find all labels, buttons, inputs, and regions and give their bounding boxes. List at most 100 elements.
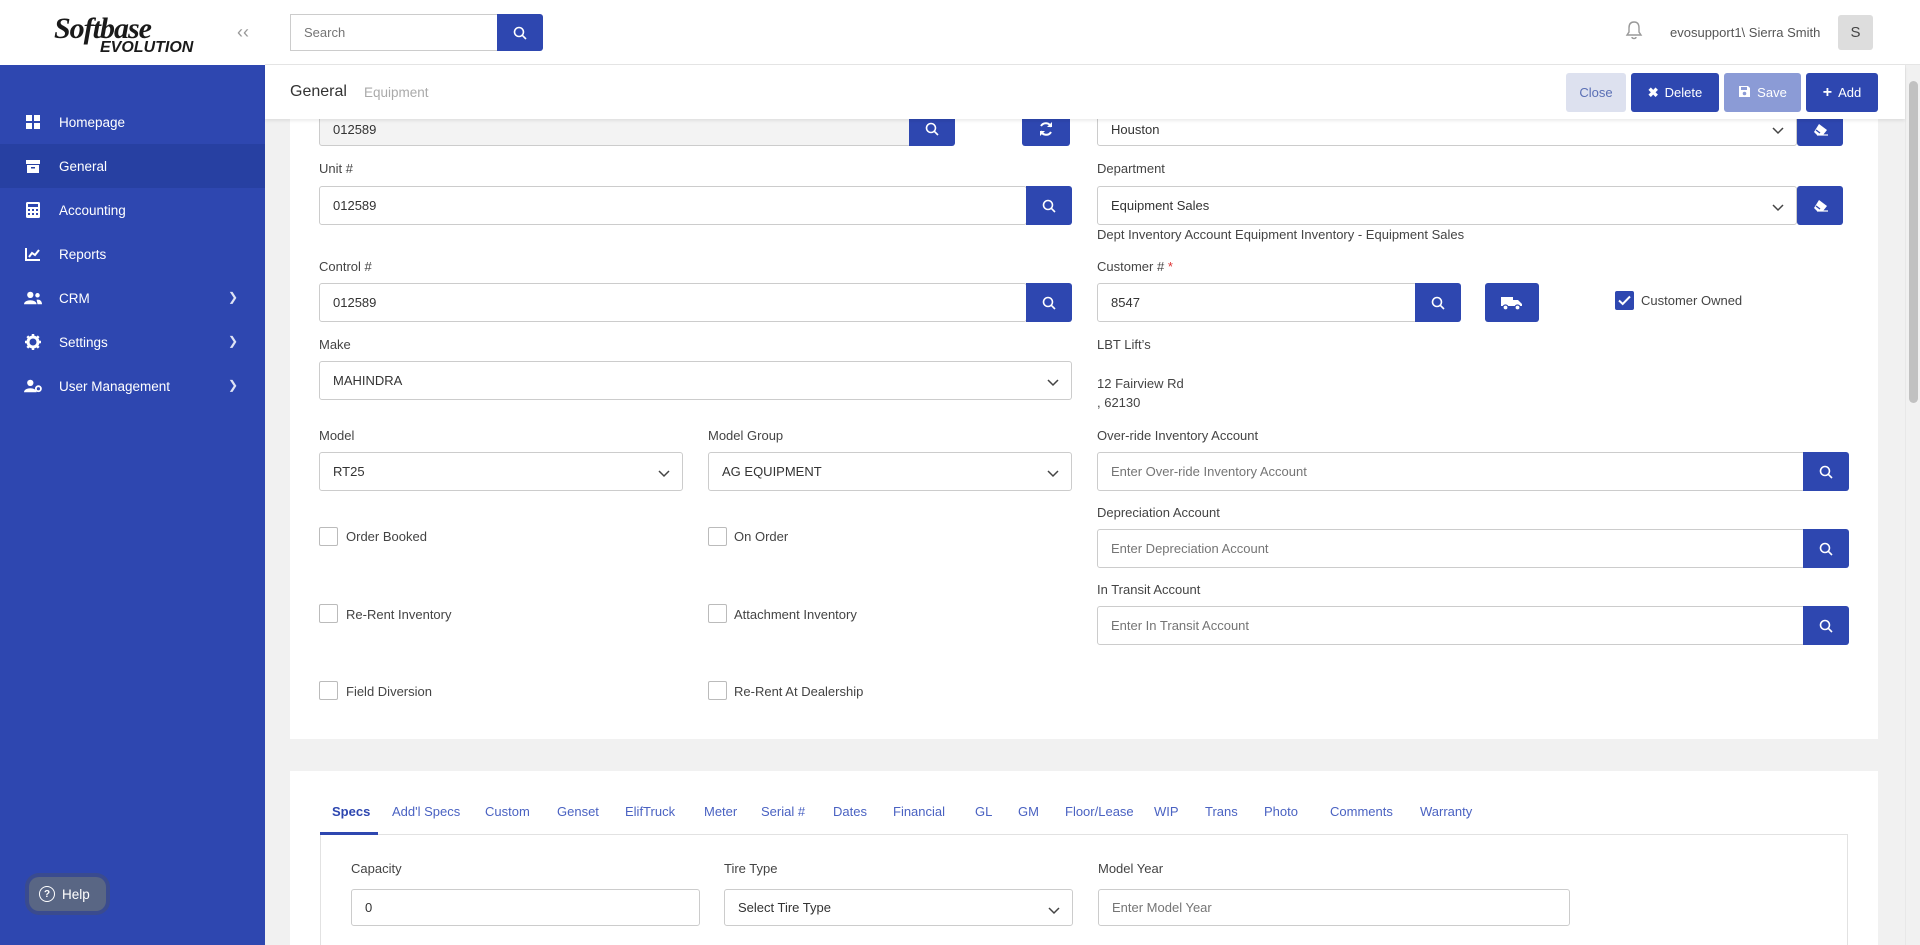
branch-value: Houston: [1111, 121, 1160, 137]
floppy-icon: [1738, 85, 1751, 101]
customer-name: LBT Lift’s: [1097, 337, 1151, 352]
tab-dates[interactable]: Dates: [833, 804, 867, 819]
control-label: Control #: [319, 259, 372, 274]
branch-select[interactable]: Houston: [1097, 119, 1797, 146]
equipment-search-button[interactable]: [909, 119, 955, 146]
department-label: Department: [1097, 161, 1165, 176]
unit-search-button[interactable]: [1026, 186, 1072, 225]
sidebar-item-settings[interactable]: Settings ❯: [0, 320, 265, 364]
tab-floor-lease[interactable]: Floor/Lease: [1065, 804, 1134, 819]
chart-icon: [24, 245, 42, 263]
on-order-checkbox[interactable]: [708, 527, 727, 546]
save-button[interactable]: Save: [1724, 73, 1801, 112]
tab-financial[interactable]: Financial: [893, 804, 945, 819]
bell-icon[interactable]: [1625, 20, 1643, 43]
avatar[interactable]: S: [1838, 15, 1873, 50]
tab-meter[interactable]: Meter: [704, 804, 737, 819]
tab-comments[interactable]: Comments: [1330, 804, 1393, 819]
collapse-sidebar-icon[interactable]: ‹‹: [237, 22, 249, 43]
tab-serial[interactable]: Serial #: [761, 804, 805, 819]
chevron-down-icon: [658, 466, 670, 481]
tab-genset[interactable]: Genset: [557, 804, 599, 819]
equipment-number-field[interactable]: 012589: [319, 119, 911, 146]
search-icon: [1819, 542, 1833, 556]
customer-field[interactable]: 8547: [1097, 283, 1417, 322]
equipment-number-value: 012589: [333, 121, 377, 137]
add-button[interactable]: + Add: [1806, 73, 1878, 112]
search-input[interactable]: [290, 14, 498, 51]
tire-type-select[interactable]: Select Tire Type: [724, 889, 1073, 926]
sidebar-item-reports[interactable]: Reports: [0, 232, 265, 276]
capacity-label: Capacity: [351, 861, 402, 876]
rerent-dealership-checkbox[interactable]: [708, 681, 727, 700]
tab-wip[interactable]: WIP: [1154, 804, 1179, 819]
intransit-input[interactable]: [1097, 606, 1805, 645]
override-search-button[interactable]: [1803, 452, 1849, 491]
unit-field[interactable]: 012589: [319, 186, 1027, 225]
user-gear-icon: [24, 377, 42, 395]
tab-photo[interactable]: Photo: [1264, 804, 1298, 819]
save-label: Save: [1757, 85, 1787, 100]
sidebar-item-label: User Management: [59, 378, 171, 394]
truck-button[interactable]: [1485, 283, 1539, 322]
tab-warranty[interactable]: Warranty: [1420, 804, 1472, 819]
order-booked-checkbox[interactable]: [319, 527, 338, 546]
capacity-field[interactable]: 0: [351, 889, 700, 926]
model-year-input[interactable]: [1098, 889, 1570, 926]
field-diversion-checkbox[interactable]: [319, 681, 338, 700]
override-input[interactable]: [1097, 452, 1805, 491]
sidebar-item-accounting[interactable]: Accounting: [0, 188, 265, 232]
depreciation-input[interactable]: [1097, 529, 1805, 568]
search-icon: [1042, 199, 1056, 213]
search-icon: [513, 26, 527, 40]
customer-owned-checkbox[interactable]: [1615, 291, 1634, 310]
make-select[interactable]: MAHINDRA: [319, 361, 1072, 400]
tab-specs[interactable]: Specs: [332, 804, 370, 819]
customer-search-button[interactable]: [1415, 283, 1461, 322]
unit-value: 012589: [333, 198, 377, 213]
delete-button[interactable]: ✖ Delete: [1631, 73, 1719, 112]
refresh-button[interactable]: [1022, 119, 1070, 146]
rerent-inventory-checkbox[interactable]: [319, 604, 338, 623]
rerent-inventory-label: Re-Rent Inventory: [346, 607, 452, 622]
make-label: Make: [319, 337, 351, 352]
sidebar-item-user-management[interactable]: User Management ❯: [0, 364, 265, 408]
search-button[interactable]: [497, 14, 543, 51]
tab-custom[interactable]: Custom: [485, 804, 530, 819]
tab-addl-specs[interactable]: Add'l Specs: [392, 804, 460, 819]
department-select[interactable]: Equipment Sales: [1097, 186, 1797, 225]
clear-department-button[interactable]: [1797, 186, 1843, 225]
sidebar-item-label: Settings: [59, 334, 108, 350]
search-icon: [1819, 619, 1833, 633]
user-name[interactable]: evosupport1\ Sierra Smith: [1670, 25, 1820, 40]
intransit-search-button[interactable]: [1803, 606, 1849, 645]
tab-gm[interactable]: GM: [1018, 804, 1039, 819]
customer-owned-label: Customer Owned: [1641, 293, 1743, 308]
sidebar-item-general[interactable]: General: [0, 144, 265, 188]
main-content: 012589 Houston Unit # 012589 Department …: [265, 119, 1905, 945]
close-label: Close: [1579, 85, 1613, 100]
logo[interactable]: Softbase EVOLUTION: [54, 14, 193, 56]
sidebar-item-homepage[interactable]: Homepage: [0, 100, 265, 144]
sidebar-item-label: Accounting: [59, 202, 126, 218]
model-select[interactable]: RT25: [319, 452, 683, 491]
tab-trans[interactable]: Trans: [1205, 804, 1238, 819]
tab-gl[interactable]: GL: [975, 804, 992, 819]
users-icon: [24, 289, 42, 307]
clear-branch-button[interactable]: [1797, 119, 1843, 146]
archive-icon: [24, 157, 42, 175]
help-button[interactable]: ? Help: [29, 877, 106, 911]
depreciation-search-button[interactable]: [1803, 529, 1849, 568]
department-value: Equipment Sales: [1111, 198, 1210, 213]
scrollbar-thumb[interactable]: [1909, 81, 1918, 403]
close-button[interactable]: Close: [1566, 73, 1626, 112]
model-group-select[interactable]: AG EQUIPMENT: [708, 452, 1072, 491]
sidebar-item-crm[interactable]: CRM ❯: [0, 276, 265, 320]
attachment-inventory-checkbox[interactable]: [708, 604, 727, 623]
page-scrollbar[interactable]: [1905, 65, 1920, 945]
control-search-button[interactable]: [1026, 283, 1072, 322]
tab-eliftruck[interactable]: ElifTruck: [625, 804, 675, 819]
model-group-value: AG EQUIPMENT: [722, 464, 822, 479]
control-field[interactable]: 012589: [319, 283, 1027, 322]
equipment-form-card: 012589 Houston Unit # 012589 Department …: [290, 119, 1878, 739]
